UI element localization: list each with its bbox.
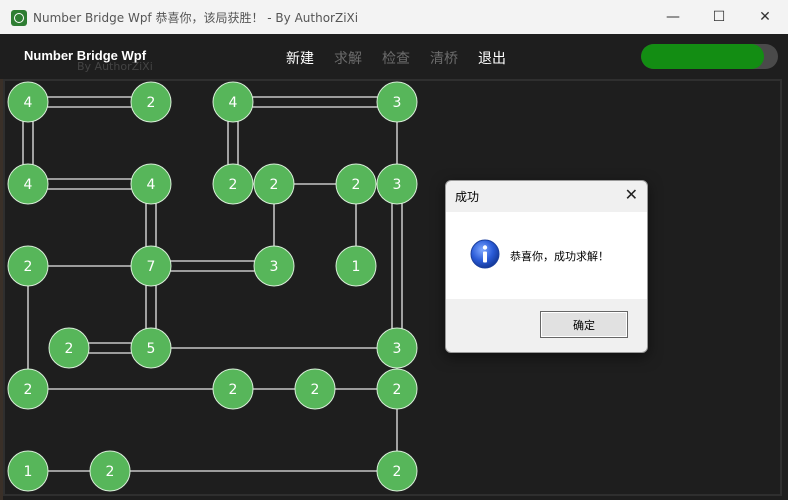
dialog-title: 成功 [455, 190, 480, 204]
island-value: 2 [393, 464, 402, 480]
island-value: 3 [393, 95, 402, 111]
island-node[interactable]: 4 [130, 163, 172, 205]
island-value: 4 [24, 177, 33, 193]
bridge[interactable] [233, 96, 397, 108]
island-value: 2 [229, 382, 238, 398]
island-node[interactable]: 4 [7, 163, 49, 205]
island-node[interactable]: 2 [130, 81, 172, 123]
island-node[interactable]: 3 [253, 245, 295, 287]
island-node[interactable]: 3 [376, 163, 418, 205]
island-value: 4 [147, 177, 156, 193]
info-icon [470, 239, 500, 269]
dialog-body: 恭喜你，成功求解！ [446, 212, 647, 299]
island-value: 3 [393, 177, 402, 193]
island-node[interactable]: 2 [376, 450, 418, 492]
island-node[interactable]: 2 [48, 327, 90, 369]
island-value: 5 [147, 341, 156, 357]
dialog-message: 恭喜你，成功求解！ [510, 250, 609, 263]
island-node[interactable]: 1 [335, 245, 377, 287]
island-value: 3 [393, 341, 402, 357]
island-node[interactable]: 7 [130, 245, 172, 287]
island-value: 4 [24, 95, 33, 111]
island-node[interactable]: 2 [212, 368, 254, 410]
island-value: 2 [65, 341, 74, 357]
island-node[interactable]: 2 [7, 245, 49, 287]
island-value: 2 [24, 259, 33, 275]
island-value: 3 [270, 259, 279, 275]
island-value: 2 [106, 464, 115, 480]
island-value: 1 [352, 259, 361, 275]
puzzle-board: 4 2 4 3 4 4 2 2 2 3 2 7 3 1 2 5 3 2 2 2 2 1 2 2 [7, 81, 418, 492]
island-node[interactable]: 4 [7, 81, 49, 123]
island-value: 2 [270, 177, 279, 193]
island-node[interactable]: 2 [212, 163, 254, 205]
dialog-close-button[interactable]: ✕ [625, 185, 638, 204]
island-node[interactable]: 2 [89, 450, 131, 492]
bridge[interactable] [391, 184, 403, 348]
island-value: 1 [24, 464, 33, 480]
island-value: 2 [311, 382, 320, 398]
island-node[interactable]: 2 [253, 163, 295, 205]
island-node[interactable]: 1 [7, 450, 49, 492]
island-value: 2 [352, 177, 361, 193]
island-value: 2 [229, 177, 238, 193]
island-node[interactable]: 4 [212, 81, 254, 123]
island-value: 7 [147, 259, 156, 275]
island-node[interactable]: 3 [376, 81, 418, 123]
island-node[interactable]: 2 [294, 368, 336, 410]
island-value: 2 [24, 382, 33, 398]
island-node[interactable]: 2 [7, 368, 49, 410]
ok-button[interactable]: 确定 [540, 311, 628, 338]
success-dialog: 成功 ✕ 恭喜你，成功求解！ 确定 [445, 180, 648, 353]
island-value: 2 [147, 95, 156, 111]
island-node[interactable]: 2 [335, 163, 377, 205]
island-node[interactable]: 2 [376, 368, 418, 410]
island-value: 4 [229, 95, 238, 111]
island-node[interactable]: 3 [376, 327, 418, 369]
island-node[interactable]: 5 [130, 327, 172, 369]
island-value: 2 [393, 382, 402, 398]
